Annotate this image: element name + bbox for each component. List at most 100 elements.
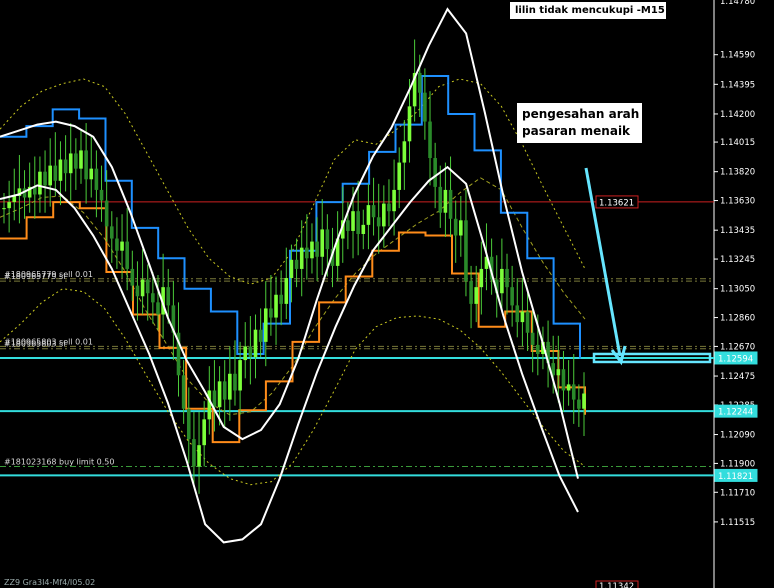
price-level-label: 1.12594 — [718, 354, 753, 364]
candle-body — [382, 203, 386, 227]
candle-body — [53, 165, 58, 181]
candle-body — [263, 308, 268, 342]
candle-body — [392, 189, 396, 212]
candle-body — [243, 346, 248, 361]
candle-body — [376, 217, 381, 227]
candle-body — [448, 189, 453, 219]
price-level-label: 1.11821 — [718, 472, 753, 482]
order-label: #181023168 buy limit 0.50 — [4, 457, 114, 466]
candle-body — [402, 141, 407, 163]
candle-body — [202, 419, 206, 446]
candle-body — [63, 159, 68, 174]
candle-body — [356, 211, 360, 234]
price-axis-label: 1.11515 — [720, 518, 755, 528]
bottom-price-label: 1.11342 — [599, 582, 634, 588]
candle-body — [274, 294, 278, 318]
candle-body — [315, 241, 319, 257]
price-axis-label: 1.12090 — [720, 431, 755, 441]
candle-body — [443, 189, 448, 213]
candle-body — [125, 241, 129, 269]
symbol-label: ZZ9 Gra3I4-Mf4/I05.02 — [4, 578, 96, 587]
candle-body — [74, 153, 78, 169]
candle-body — [305, 247, 309, 259]
candle-body — [145, 279, 150, 294]
candle-body — [68, 153, 73, 174]
candle-body — [222, 381, 227, 400]
envelope-upper-line — [0, 78, 586, 285]
candle-body — [197, 445, 201, 467]
price-level-label: 1.13621 — [599, 198, 634, 208]
candle-body — [207, 390, 212, 420]
candle-body — [38, 171, 42, 195]
candle-body — [233, 373, 237, 391]
candle-body — [181, 375, 186, 409]
candle-body — [58, 159, 63, 181]
price-axis-label: 1.12860 — [720, 314, 755, 324]
candle-body — [94, 168, 99, 190]
candle-body — [428, 121, 432, 159]
price-axis-label: 1.11710 — [720, 488, 755, 498]
price-axis-label: 1.14015 — [720, 138, 755, 148]
candle-body — [289, 259, 294, 279]
order-label: #180965779 sl — [4, 272, 65, 281]
candle-body — [192, 439, 196, 467]
chart-title: lilin tidak mencukupi -M15 — [510, 2, 666, 19]
envelope-lower-line — [0, 288, 586, 486]
candle-body — [577, 399, 581, 409]
candle-body — [500, 268, 504, 294]
candle-body — [366, 205, 371, 225]
candle-body — [387, 203, 391, 212]
price-axis-label: 1.13630 — [720, 197, 755, 207]
candle-body — [228, 373, 232, 400]
price-axis-label: 1.14395 — [720, 80, 755, 90]
price-axis-label: 1.11900 — [720, 459, 755, 469]
price-axis-label: 1.13820 — [720, 168, 755, 178]
candle-body — [556, 369, 561, 376]
candle-body — [397, 162, 402, 190]
candle-body — [325, 229, 330, 250]
candle-body — [299, 247, 304, 269]
candle-body — [269, 308, 273, 318]
candle-body — [89, 168, 94, 180]
candle-body — [284, 278, 289, 304]
candle-body — [248, 346, 253, 358]
candle-body — [12, 196, 17, 203]
chart: 1.14590 1.14395 1.14200 1.14015 1.13820 1.136… — [0, 0, 774, 588]
candle-body — [109, 226, 114, 239]
candle-body — [166, 287, 171, 306]
candle-body — [459, 220, 463, 236]
candle-body — [130, 268, 135, 286]
candle-body — [48, 165, 52, 186]
candle-body — [530, 332, 535, 345]
candle-body — [536, 344, 540, 355]
candle-body — [253, 329, 258, 358]
candle-body — [99, 189, 104, 201]
candle-body — [520, 311, 525, 323]
order-label: #180965803 sl — [4, 340, 65, 349]
candle-body — [453, 218, 458, 236]
candle-body — [582, 393, 586, 409]
candle-body — [217, 381, 222, 408]
candle-body — [84, 150, 88, 180]
price-axis-label: 1.14590 — [720, 51, 755, 61]
price-axis-label: 1.13245 — [720, 255, 755, 265]
candle-body — [469, 281, 473, 304]
candle-body — [279, 294, 283, 304]
candle-body — [510, 287, 514, 306]
candle-body — [115, 238, 119, 251]
candle-body — [407, 106, 412, 142]
channel-lower-step — [0, 201, 586, 444]
candle-body — [238, 360, 242, 391]
candle-body — [361, 224, 366, 234]
candle-body — [479, 268, 484, 288]
candle-body — [351, 211, 355, 231]
candle-body — [104, 200, 109, 227]
candle-body — [438, 186, 443, 213]
price-axis-label: 1.13435 — [720, 226, 755, 236]
candle-body — [79, 150, 83, 169]
candle-body — [186, 408, 191, 440]
candle-body — [474, 287, 479, 304]
price-axis-label: 1.12670 — [720, 342, 755, 352]
annotation-text: pengesahan arah pasaran menaik — [517, 103, 642, 143]
candle-body — [258, 329, 263, 342]
